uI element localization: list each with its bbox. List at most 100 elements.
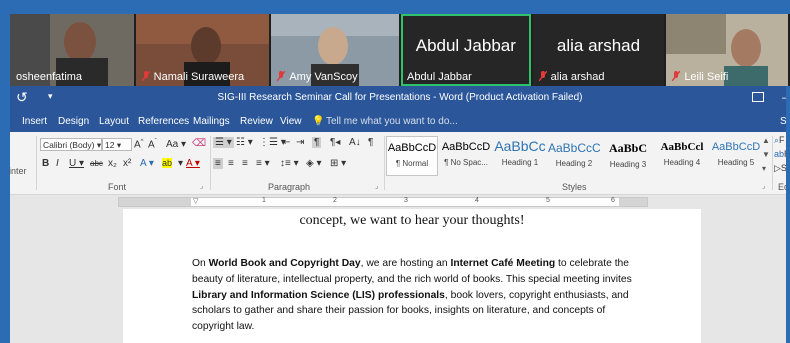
tab-references[interactable]: References: [138, 116, 189, 127]
indent-marker-icon[interactable]: ▽: [193, 197, 198, 205]
clear-formatting-icon[interactable]: ⌫: [192, 138, 206, 149]
ruler-number: 4: [475, 197, 479, 204]
lightbulb-icon: 💡: [312, 116, 325, 127]
tab-view[interactable]: View: [280, 116, 302, 127]
change-case-button[interactable]: Aa ▾: [166, 139, 186, 150]
participant-tile[interactable]: osheenfatima: [10, 14, 134, 86]
subscript-button[interactable]: x₂: [108, 158, 117, 169]
participant-name: Abdul Jabbar: [407, 71, 472, 83]
screen: osheenfatima Namali Suraweera Amy VanSco…: [0, 0, 790, 343]
mic-muted-icon: [672, 71, 681, 81]
tab-layout[interactable]: Layout: [99, 116, 129, 127]
word-title-bar: ↺ ▾ SIG-III Research Seminar Call for Pr…: [10, 86, 790, 112]
window-border-top: [0, 0, 790, 14]
strikethrough-button[interactable]: abc: [90, 159, 103, 168]
paragraph-run: On: [192, 258, 209, 269]
bullets-button[interactable]: ☰ ▾: [213, 137, 234, 148]
mic-muted-icon: [277, 71, 286, 81]
window-border-right: [786, 86, 790, 343]
shrink-font-button[interactable]: Aˇ: [148, 139, 157, 150]
ruler-number: 2: [333, 197, 337, 204]
borders-button[interactable]: ⊞ ▾: [330, 158, 346, 169]
highlight-dropdown[interactable]: ▾: [178, 158, 183, 169]
group-separator: [36, 136, 37, 190]
document-page[interactable]: concept, we want to hear your thoughts! …: [123, 209, 701, 343]
participant-name-large: alia arshad: [556, 36, 641, 55]
font-size-box[interactable]: 12 ▾: [102, 138, 132, 151]
horizontal-ruler[interactable]: ▽ 1 2 3 4 5 6: [118, 197, 648, 207]
document-title: SIG-III Research Seminar Call for Presen…: [217, 92, 583, 103]
bold-button[interactable]: B: [42, 158, 49, 169]
highlight-color-icon[interactable]: ab: [162, 158, 173, 168]
style-heading-4[interactable]: AaBbCcl Heading 4: [656, 136, 708, 176]
align-left-button[interactable]: ≡: [213, 158, 223, 169]
paragraph-run: , we are hosting an: [360, 258, 451, 269]
grow-font-button[interactable]: A^: [134, 139, 144, 150]
styles-dialog-launcher-icon[interactable]: ⌟: [762, 182, 765, 190]
style-normal[interactable]: AaBbCcD ¶ Normal: [386, 136, 438, 176]
text-effects-icon[interactable]: A ▾: [140, 158, 154, 169]
rtl-button[interactable]: ¶◂: [330, 137, 340, 148]
style-heading-5[interactable]: AaBbCcD Heading 5: [710, 136, 762, 176]
mic-muted-icon: [141, 71, 150, 81]
ruler-number: 3: [404, 197, 408, 204]
tab-mailings[interactable]: Mailings: [193, 116, 230, 127]
ruler-number: 6: [611, 197, 615, 204]
replace-icon[interactable]: ab: [774, 149, 784, 159]
document-paragraph[interactable]: On World Book and Copyright Day, we are …: [192, 256, 632, 335]
participant-tile[interactable]: Amy VanScoy: [271, 14, 399, 86]
participant-tile[interactable]: Namali Suraweera: [135, 14, 270, 86]
tab-design[interactable]: Design: [58, 116, 89, 127]
font-color-icon[interactable]: A ▾: [186, 158, 200, 169]
styles-more-icon[interactable]: ▾: [762, 164, 766, 173]
ruler-number: 1: [262, 197, 266, 204]
document-area: concept, we want to hear your thoughts! …: [10, 209, 790, 343]
group-separator: [210, 136, 211, 190]
participant-tile-active[interactable]: Abdul Jabbar Abdul Jabbar: [401, 14, 531, 86]
show-formatting-marks-button[interactable]: ¶: [368, 137, 373, 148]
style-heading-1[interactable]: AaBbCc Heading 1: [494, 136, 546, 176]
decrease-indent-button[interactable]: ⇤: [282, 137, 290, 148]
ruler-right-margin: [619, 198, 647, 206]
style-heading-2[interactable]: AaBbCcC Heading 2: [548, 136, 600, 176]
italic-button[interactable]: I: [56, 158, 59, 169]
paragraph-bold-run: Library and Information Science (LIS) pr…: [192, 289, 445, 301]
participant-name-large: Abdul Jabbar: [415, 36, 516, 55]
increase-indent-button[interactable]: ⇥: [296, 137, 304, 148]
participant-name: Leili Seifi: [684, 71, 729, 83]
participant-name: alia arshad: [550, 71, 605, 83]
superscript-button[interactable]: x²: [123, 158, 131, 169]
tab-insert[interactable]: Insert: [22, 116, 47, 127]
style-heading-3[interactable]: AaBbC Heading 3: [602, 136, 654, 176]
sort-button[interactable]: A↓: [349, 137, 361, 148]
style-no-spacing[interactable]: AaBbCcD ¶ No Spac...: [440, 136, 492, 176]
find-label-cut[interactable]: F: [779, 135, 785, 145]
numbering-button[interactable]: ☷ ▾: [236, 137, 253, 148]
underline-button[interactable]: U ▾: [69, 158, 84, 169]
participant-tile[interactable]: Leili Seifi: [666, 14, 788, 86]
ltr-button[interactable]: ¶⁠: [312, 137, 322, 148]
paragraph-dialog-launcher-icon[interactable]: ⌟: [375, 182, 378, 190]
ribbon: inter Calibri (Body) ▾ 12 ▾ A^ Aˇ Aa ▾ ⌫…: [9, 132, 790, 195]
font-name-box[interactable]: Calibri (Body) ▾: [40, 138, 102, 151]
tab-review[interactable]: Review: [240, 116, 273, 127]
styles-scroll-up-icon[interactable]: ▲: [762, 136, 770, 145]
select-icon[interactable]: ▷: [774, 163, 781, 173]
ribbon-display-options-icon[interactable]: [752, 92, 764, 102]
participant-tile[interactable]: alia arshad alia arshad: [532, 14, 665, 86]
participant-strip: osheenfatima Namali Suraweera Amy VanSco…: [10, 14, 790, 86]
document-lead-line: concept, we want to hear your thoughts!: [299, 213, 525, 228]
participant-name: osheenfatima: [16, 71, 83, 83]
shading-button[interactable]: ◈ ▾: [306, 158, 322, 169]
painter-label-cut: inter: [9, 166, 27, 176]
align-center-button[interactable]: ≡: [228, 158, 234, 169]
group-label-styles: Styles: [562, 182, 587, 192]
group-separator: [772, 136, 773, 190]
styles-scroll-down-icon[interactable]: ▼: [762, 150, 770, 159]
justify-button[interactable]: ≡ ▾: [256, 158, 270, 169]
ruler-number: 5: [546, 197, 550, 204]
line-spacing-button[interactable]: ↕≡ ▾: [280, 158, 299, 169]
align-right-button[interactable]: ≡: [242, 158, 248, 169]
font-dialog-launcher-icon[interactable]: ⌟: [200, 182, 203, 190]
tell-me-search[interactable]: Tell me what you want to do...: [326, 116, 458, 127]
